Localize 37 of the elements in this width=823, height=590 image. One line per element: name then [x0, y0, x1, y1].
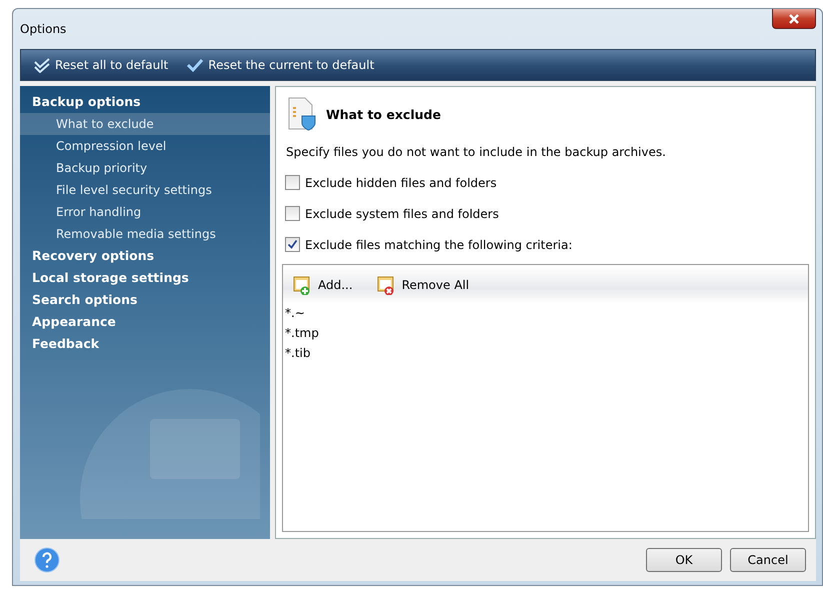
dialog-button[interactable]: Cancel [730, 548, 806, 572]
sidebar-item[interactable]: File level security settings [20, 179, 270, 201]
window-title: Options [20, 22, 66, 36]
dialog-button[interactable]: OK [646, 548, 722, 572]
help-icon [34, 547, 60, 573]
list-item[interactable]: *.~ [283, 303, 808, 323]
help-button[interactable] [34, 547, 60, 573]
sidebar-item[interactable]: Local storage settings [20, 267, 270, 289]
checkbox-label[interactable]: Exclude hidden files and folders [305, 176, 497, 190]
sidebar-item[interactable]: Search options [20, 289, 270, 311]
checkbox[interactable] [285, 206, 300, 221]
checkbox-label[interactable]: Exclude system files and folders [305, 206, 499, 220]
toolbar-button[interactable]: Reset the current to default [184, 56, 376, 74]
list-item[interactable]: *.tib [283, 343, 808, 363]
close-button[interactable] [772, 9, 816, 29]
list-item[interactable]: *.tmp [283, 323, 808, 343]
close-icon [788, 14, 800, 24]
sidebar-item[interactable]: What to exclude [20, 113, 270, 135]
sidebar-item[interactable]: Feedback [20, 333, 270, 355]
sidebar-item[interactable]: Backup options [20, 91, 270, 113]
panel-title: What to exclude [326, 106, 441, 122]
sidebar-item[interactable]: Compression level [20, 135, 270, 157]
checkbox[interactable] [285, 237, 300, 252]
sidebar-item[interactable]: Appearance [20, 311, 270, 333]
sidebar-item[interactable]: Removable media settings [20, 223, 270, 245]
checkmark-icon [186, 58, 204, 72]
document-shield-icon [286, 96, 318, 132]
sidebar-item[interactable]: Error handling [20, 201, 270, 223]
sidebar-item[interactable]: Recovery options [20, 245, 270, 267]
list-toolbar-button[interactable]: Remove All [374, 273, 472, 297]
checkmark-icon [33, 58, 51, 72]
list-toolbar-button[interactable]: Add... [291, 273, 355, 297]
toolbar-button[interactable]: Reset all to default [31, 56, 170, 74]
description-text: Specify files you do not want to include in the backup archives. [286, 145, 667, 159]
sidebar-item[interactable]: Backup priority [20, 157, 270, 179]
checkbox[interactable] [285, 175, 300, 190]
checkbox-label[interactable]: Exclude files matching the following criteria: [305, 238, 572, 252]
